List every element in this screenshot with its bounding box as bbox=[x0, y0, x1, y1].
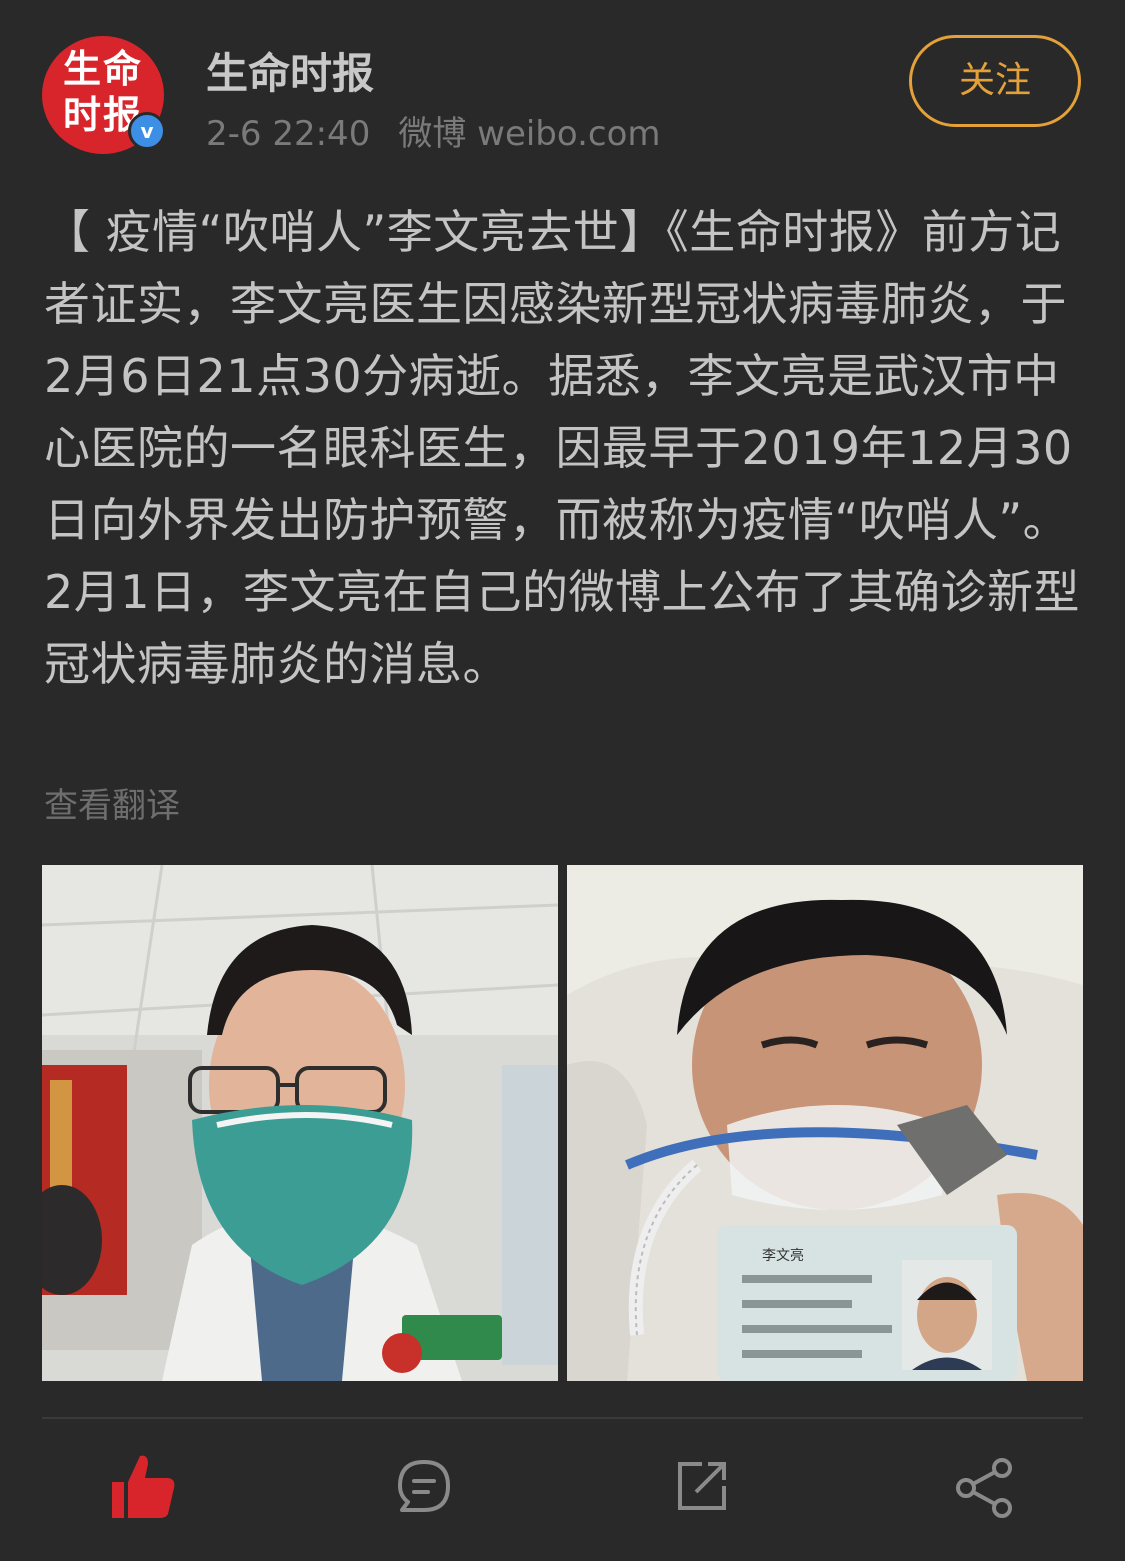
patient-with-oxygen-mask-photo: 李文亮 bbox=[567, 865, 1083, 1381]
comment-button[interactable] bbox=[384, 1446, 464, 1526]
follow-button[interactable]: 关注 bbox=[909, 35, 1081, 127]
share-icon bbox=[956, 1458, 1012, 1518]
post-time: 2-6 22:40 bbox=[206, 114, 371, 154]
translate-link[interactable]: 查看翻译 bbox=[44, 782, 180, 830]
account-name[interactable]: 生命时报 bbox=[206, 46, 374, 102]
photo-patient-oxygen-mask[interactable]: 李文亮 bbox=[567, 865, 1083, 1381]
comment-icon bbox=[398, 1460, 450, 1512]
id-card-name-text: 李文亮 bbox=[762, 1247, 804, 1264]
repost-icon bbox=[678, 1462, 726, 1510]
masked-doctor-photo bbox=[42, 865, 558, 1381]
divider bbox=[42, 1417, 1083, 1419]
post-meta: 2-6 22:40 微博 weibo.com bbox=[206, 112, 661, 156]
post-source: 微博 weibo.com bbox=[398, 114, 661, 154]
post-text: 【 疫情“吹哨人”李文亮去世】《生命时报》前方记者证实，李文亮医生因感染新型冠状… bbox=[44, 205, 1081, 691]
share-button[interactable] bbox=[944, 1446, 1024, 1526]
photo-masked-doctor[interactable] bbox=[42, 865, 558, 1381]
repost-button[interactable] bbox=[662, 1446, 742, 1526]
like-button[interactable] bbox=[102, 1446, 182, 1526]
verified-icon: v bbox=[128, 112, 166, 150]
weibo-post: 生命时报 v 生命时报 2-6 22:40 微博 weibo.com 关注 【 疫… bbox=[0, 0, 1125, 1561]
thumbs-up-icon bbox=[112, 1455, 175, 1518]
